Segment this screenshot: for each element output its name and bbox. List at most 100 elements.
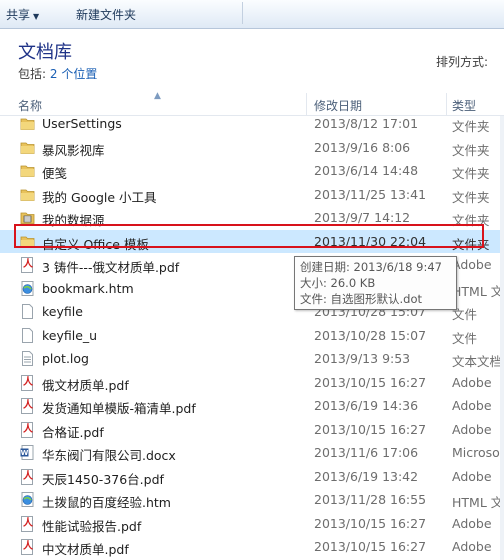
- column-header-date[interactable]: 修改日期: [314, 97, 362, 114]
- folder-icon: [20, 187, 35, 202]
- file-name: UserSettings: [42, 116, 122, 131]
- file-name: 我的 Google 小工具: [42, 189, 157, 205]
- file-row[interactable]: 人合格证.pdf 2013/10/15 16:27 Adobe: [0, 418, 504, 442]
- locations-link[interactable]: 2 个位置: [50, 67, 97, 81]
- file-modified-date: 2013/10/28 15:07: [314, 327, 427, 343]
- file-row[interactable]: 土拨鼠的百度经验.htm 2013/11/28 16:55 HTML 文: [0, 488, 504, 512]
- includes-label: 包括:: [18, 67, 47, 81]
- file-type: 文件夹: [452, 142, 490, 158]
- file-row[interactable]: 暴风影视库 2013/9/16 8:06 文件夹: [0, 136, 504, 160]
- html-file-icon: [20, 492, 35, 507]
- file-type: Adobe: [452, 398, 492, 413]
- file-type: 文件夹: [452, 119, 490, 134]
- chevron-down-icon: ▼: [33, 12, 40, 21]
- file-type: 文件夹: [452, 189, 490, 205]
- file-name: 暴风影视库: [42, 142, 105, 158]
- file-row[interactable]: 便笺 2013/6/14 14:48 文件夹: [0, 159, 504, 183]
- file-type: Adobe: [452, 257, 492, 272]
- file-row[interactable]: 人发货通知单模版-箱清单.pdf 2013/6/19 14:36 Adobe: [0, 394, 504, 418]
- file-modified-date: 2013/11/25 13:41: [314, 186, 427, 202]
- library-title: 文档库: [18, 42, 72, 63]
- file-type: Adobe: [452, 468, 492, 484]
- file-info-tooltip: 创建日期: 2013/6/18 9:47 大小: 26.0 KB 文件: 自选图…: [294, 256, 457, 310]
- column-divider[interactable]: [446, 93, 447, 115]
- pdf-file-icon: 人: [20, 398, 35, 414]
- column-header-bar: ▲ 名称 修改日期 类型: [0, 91, 504, 116]
- file-modified-date: 2013/8/12 17:01: [314, 116, 419, 131]
- file-row[interactable]: 人中文材质单.pdf 2013/10/15 16:27 Adobe: [0, 535, 504, 559]
- file-name: keyfile_u: [42, 327, 98, 343]
- library-includes: 包括: 2 个位置: [18, 65, 97, 82]
- folder-icon: [20, 140, 35, 155]
- file-modified-date: 2013/10/15 16:27: [314, 421, 427, 437]
- toolbar-divider: [242, 2, 243, 24]
- file-name: 华东阀门有限公司.docx: [42, 448, 176, 463]
- arrange-by-dropdown[interactable]: 排列方式:: [436, 53, 488, 70]
- tooltip-files: 文件: 自选图形默认.dot: [300, 292, 423, 306]
- file-type: Adobe: [452, 421, 492, 437]
- pdf-file-icon: 人: [20, 515, 35, 532]
- file-modified-date: 2013/10/15 16:27: [314, 374, 427, 390]
- file-type: HTML 文: [452, 283, 504, 299]
- pdf-file-icon: 人: [20, 374, 35, 391]
- blank-file-icon: [20, 304, 35, 319]
- column-header-name[interactable]: 名称: [18, 97, 42, 114]
- file-modified-date: 2013/9/13 9:53: [314, 351, 411, 366]
- text-file-icon: [20, 351, 35, 366]
- file-modified-date: 2013/9/16 8:06: [314, 139, 411, 155]
- file-row[interactable]: UserSettings 2013/8/12 17:01 文件夹: [0, 116, 504, 136]
- column-header-type[interactable]: 类型: [452, 97, 476, 114]
- file-name: 中文材质单.pdf: [42, 542, 129, 557]
- data-source-folder-icon: [20, 210, 35, 225]
- file-name: keyfile: [42, 304, 83, 319]
- html-file-icon: [20, 280, 35, 296]
- file-row[interactable]: W 华东阀门有限公司.docx 2013/11/6 17:06 Microso: [0, 441, 504, 465]
- share-button[interactable]: 共享 ▼: [6, 6, 39, 23]
- file-modified-date: 2013/10/15 16:27: [314, 515, 427, 531]
- file-name: 天辰1450-376台.pdf: [42, 471, 164, 487]
- new-folder-button[interactable]: 新建文件夹: [76, 6, 136, 23]
- file-modified-date: 2013/9/7 14:12: [314, 210, 411, 225]
- file-row[interactable]: plot.log 2013/9/13 9:53 文本文档: [0, 347, 504, 371]
- svg-text:W: W: [21, 449, 29, 457]
- file-type: Microso: [452, 445, 500, 460]
- vertical-scrollbar[interactable]: [500, 116, 504, 560]
- tooltip-size: 大小: 26.0 KB: [300, 276, 376, 290]
- file-modified-date: 2013/11/6 17:06: [314, 445, 419, 460]
- pdf-file-icon: 人: [20, 257, 35, 273]
- file-name: plot.log: [42, 351, 89, 366]
- folder-icon: [20, 116, 35, 131]
- file-row[interactable]: 人俄文材质单.pdf 2013/10/15 16:27 Adobe: [0, 371, 504, 395]
- file-modified-date: 2013/10/15 16:27: [314, 539, 427, 554]
- file-type: Adobe: [452, 374, 492, 390]
- column-divider[interactable]: [306, 93, 307, 115]
- blank-file-icon: [20, 327, 35, 343]
- file-name: 性能试验报告.pdf: [42, 518, 142, 534]
- file-row[interactable]: 人性能试验报告.pdf 2013/10/15 16:27 Adobe: [0, 512, 504, 536]
- file-modified-date: 2013/6/19 14:36: [314, 398, 419, 413]
- share-label: 共享: [6, 8, 31, 22]
- tooltip-created-date: 创建日期: 2013/6/18 9:47: [300, 260, 442, 274]
- file-row[interactable]: keyfile_u 2013/10/28 15:07 文件: [0, 324, 504, 348]
- file-type: Adobe: [452, 539, 492, 554]
- file-name: 土拨鼠的百度经验.htm: [42, 495, 171, 510]
- file-type: Adobe: [452, 515, 492, 531]
- file-name: bookmark.htm: [42, 280, 134, 296]
- file-type: 文件: [452, 330, 478, 346]
- pdf-file-icon: 人: [20, 421, 35, 438]
- sort-ascending-icon: ▲: [154, 91, 161, 101]
- file-type: 文件夹: [452, 166, 490, 181]
- file-name: 便笺: [42, 166, 68, 181]
- file-type: HTML 文: [452, 495, 504, 510]
- pdf-file-icon: 人: [20, 468, 35, 485]
- file-name: 合格证.pdf: [42, 424, 104, 440]
- file-modified-date: 2013/11/28 16:55: [314, 492, 427, 507]
- file-name: 发货通知单模版-箱清单.pdf: [42, 401, 196, 416]
- file-modified-date: 2013/6/14 14:48: [314, 163, 419, 178]
- file-row[interactable]: 我的 Google 小工具 2013/11/25 13:41 文件夹: [0, 183, 504, 207]
- file-row[interactable]: 人天辰1450-376台.pdf 2013/6/19 13:42 Adobe: [0, 465, 504, 489]
- file-modified-date: 2013/6/19 13:42: [314, 468, 419, 484]
- file-name: 俄文材质单.pdf: [42, 377, 129, 393]
- pdf-file-icon: 人: [20, 539, 35, 555]
- highlight-annotation-box: [14, 224, 484, 248]
